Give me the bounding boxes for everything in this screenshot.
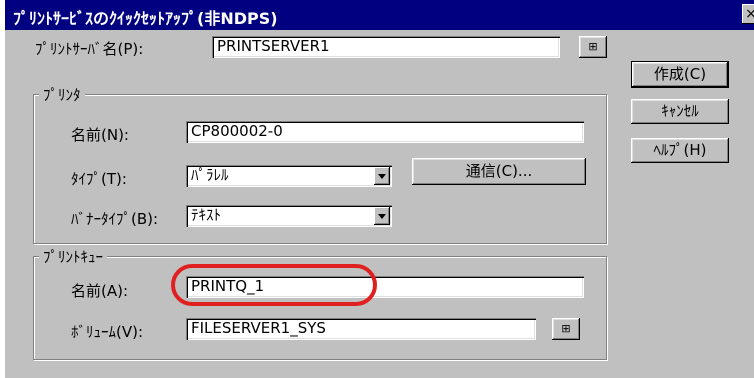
printer-name-label: 名前(N): xyxy=(71,126,129,144)
print-server-browse-button[interactable]: ⊞ xyxy=(579,36,607,58)
dialog-title: ﾌﾟﾘﾝﾄｻｰﾋﾞｽのｸｲｯｸｾｯﾄｱｯﾌﾟ(非NDPS) xyxy=(13,9,278,28)
title-bar[interactable]: ﾌﾟﾘﾝﾄｻｰﾋﾞｽのｸｲｯｸｾｯﾄｱｯﾌﾟ(非NDPS) × xyxy=(5,0,754,30)
annotation-highlight-oval xyxy=(171,264,377,306)
banner-type-label: ﾊﾞﾅｰﾀｲﾌﾟ(B): xyxy=(71,210,159,228)
help-button[interactable]: ﾍﾙﾌﾟ(H) xyxy=(631,138,729,163)
quick-setup-dialog: ﾌﾟﾘﾝﾄｻｰﾋﾞｽのｸｲｯｸｾｯﾄｱｯﾌﾟ(非NDPS) × ﾌﾟﾘﾝﾄｻｰﾊ… xyxy=(5,0,754,378)
printer-type-label: ﾀｲﾌﾟ(T): xyxy=(71,170,127,188)
chevron-down-icon[interactable] xyxy=(374,167,390,185)
chevron-down-icon[interactable] xyxy=(374,207,390,225)
printer-type-value: ﾊﾟﾗﾚﾙ xyxy=(191,166,229,184)
print-server-field[interactable]: PRINTSERVER1 xyxy=(212,36,560,58)
volume-field[interactable]: FILESERVER1_SYS xyxy=(186,318,536,340)
printer-group-caption: ﾌﾟﾘﾝﾀ xyxy=(39,84,85,105)
print-queue-group-caption: ﾌﾟﾘﾝﾄｷｭｰ xyxy=(39,246,108,267)
browse-tree-icon: ⊞ xyxy=(588,40,598,53)
communication-button[interactable]: 通信(C)... xyxy=(412,158,586,185)
print-server-label: ﾌﾟﾘﾝﾄｻｰﾊﾞ名(P): xyxy=(35,40,144,58)
banner-type-select[interactable]: ﾃｷｽﾄ xyxy=(186,205,392,227)
create-button[interactable]: 作成(C) xyxy=(631,61,729,88)
banner-type-value: ﾃｷｽﾄ xyxy=(191,206,222,224)
browse-tree-icon: ⊞ xyxy=(561,322,571,335)
close-button[interactable]: × xyxy=(742,4,754,24)
printer-name-field[interactable]: CP800002-0 xyxy=(186,121,584,143)
printer-type-select[interactable]: ﾊﾟﾗﾚﾙ xyxy=(186,165,392,187)
volume-browse-button[interactable]: ⊞ xyxy=(552,318,580,340)
cancel-button[interactable]: ｷｬﾝｾﾙ xyxy=(631,99,729,124)
queue-name-label: 名前(A): xyxy=(71,282,129,300)
volume-label: ﾎﾞﾘｭｰﾑ(V): xyxy=(71,323,144,341)
